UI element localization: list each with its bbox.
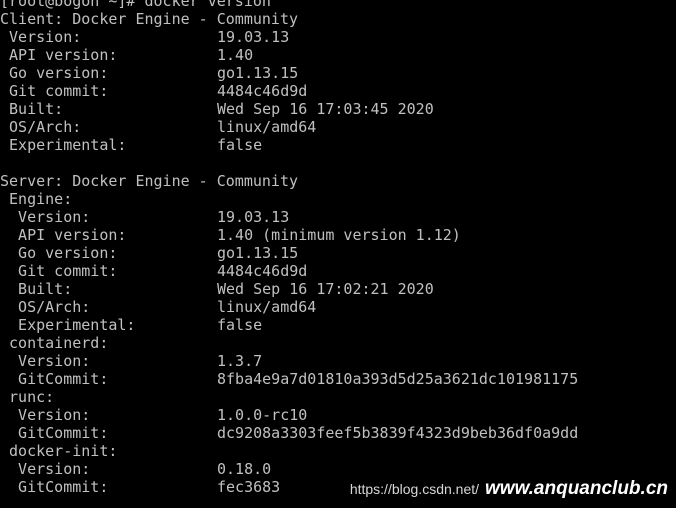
field-value: false [217, 316, 263, 334]
field-value: go1.13.15 [217, 244, 299, 262]
client-header: Client: Docker Engine - Community [0, 10, 299, 28]
field-value: dc9208a3303feef5b3839f4323d9beb36df0a9dd [217, 424, 579, 442]
field-key: GitCommit: [0, 370, 109, 388]
containerd-version-row: Version: 1.3.7 [0, 352, 578, 370]
field-value: 1.0.0-rc10 [217, 406, 308, 424]
field-value: 4484c46d9d [217, 262, 308, 280]
engine-git-commit-row: Git commit: 4484c46d9d [0, 262, 578, 280]
field-value: 4484c46d9d [217, 82, 308, 100]
docker-init-gitcommit-row: GitCommit: fec3683 [0, 478, 578, 496]
field-value: go1.13.15 [217, 64, 299, 82]
field-key: GitCommit: [0, 424, 109, 442]
engine-os-arch-row: OS/Arch: linux/amd64 [0, 298, 578, 316]
field-key: Version: [0, 460, 91, 478]
engine-label: Engine: [0, 190, 73, 208]
docker-init-version-row: Version: 0.18.0 [0, 460, 578, 478]
containerd-gitcommit-row: GitCommit: 8fba4e9a7d01810a393d5d25a3621d… [0, 370, 578, 388]
shell-prompt-line: [root@bogon ~]# docker version [0, 0, 578, 10]
server-header-line: Server: Docker Engine - Community [0, 172, 578, 190]
field-key: Version: [0, 208, 91, 226]
field-key: OS/Arch: [0, 298, 91, 316]
field-key: API version: [0, 226, 127, 244]
containerd-label: containerd: [0, 334, 109, 352]
field-value: 19.03.13 [217, 208, 290, 226]
field-value: Wed Sep 16 17:02:21 2020 [217, 280, 434, 298]
field-key: Experimental: [0, 316, 136, 334]
runc-label: runc: [0, 388, 55, 406]
field-value: 19.03.13 [217, 28, 290, 46]
field-key: Go version: [0, 64, 109, 82]
runc-label-line: runc: [0, 388, 578, 406]
field-key: OS/Arch: [0, 118, 82, 136]
engine-built-row: Built: Wed Sep 16 17:02:21 2020 [0, 280, 578, 298]
field-key: Built: [0, 100, 64, 118]
terminal-output: [root@bogon ~]# docker version Client: D… [0, 0, 578, 496]
field-key: Version: [0, 406, 91, 424]
field-key: Go version: [0, 244, 118, 262]
engine-version-row: Version: 19.03.13 [0, 208, 578, 226]
field-value: false [217, 136, 263, 154]
field-value: fec3683 [217, 478, 281, 496]
runc-version-row: Version: 1.0.0-rc10 [0, 406, 578, 424]
terminal-window[interactable]: [root@bogon ~]# docker version Client: D… [0, 0, 676, 508]
field-key: Experimental: [0, 136, 127, 154]
field-key: Built: [0, 280, 73, 298]
client-go-version-row: Go version: go1.13.15 [0, 64, 578, 82]
field-value: 1.40 [217, 46, 254, 64]
field-key: Git commit: [0, 82, 109, 100]
client-git-commit-row: Git commit: 4484c46d9d [0, 82, 578, 100]
field-key: GitCommit: [0, 478, 109, 496]
engine-experimental-row: Experimental: false [0, 316, 578, 334]
client-experimental-row: Experimental: false [0, 136, 578, 154]
client-version-row: Version: 19.03.13 [0, 28, 578, 46]
docker-init-label-line: docker-init: [0, 442, 578, 460]
shell-prompt: [root@bogon ~]# docker version [0, 0, 271, 10]
field-key: Version: [0, 28, 82, 46]
field-key: API version: [0, 46, 118, 64]
field-value: 1.3.7 [217, 352, 263, 370]
client-os-arch-row: OS/Arch: linux/amd64 [0, 118, 578, 136]
runc-gitcommit-row: GitCommit: dc9208a3303feef5b3839f4323d9be… [0, 424, 578, 442]
client-header-line: Client: Docker Engine - Community [0, 10, 578, 28]
field-value: 0.18.0 [217, 460, 272, 478]
docker-init-label: docker-init: [0, 442, 118, 460]
field-value: 1.40 (minimum version 1.12) [217, 226, 461, 244]
field-value: linux/amd64 [217, 118, 317, 136]
containerd-label-line: containerd: [0, 334, 578, 352]
field-key: Version: [0, 352, 91, 370]
field-key: Git commit: [0, 262, 118, 280]
engine-go-version-row: Go version: go1.13.15 [0, 244, 578, 262]
client-built-row: Built: Wed Sep 16 17:03:45 2020 [0, 100, 578, 118]
field-value: Wed Sep 16 17:03:45 2020 [217, 100, 434, 118]
server-header: Server: Docker Engine - Community [0, 172, 299, 190]
field-value: 8fba4e9a7d01810a393d5d25a3621dc101981175 [217, 370, 579, 388]
client-api-version-row: API version: 1.40 [0, 46, 578, 64]
field-value: linux/amd64 [217, 298, 317, 316]
engine-api-version-row: API version: 1.40 (minimum version 1.12) [0, 226, 578, 244]
engine-label-line: Engine: [0, 190, 578, 208]
